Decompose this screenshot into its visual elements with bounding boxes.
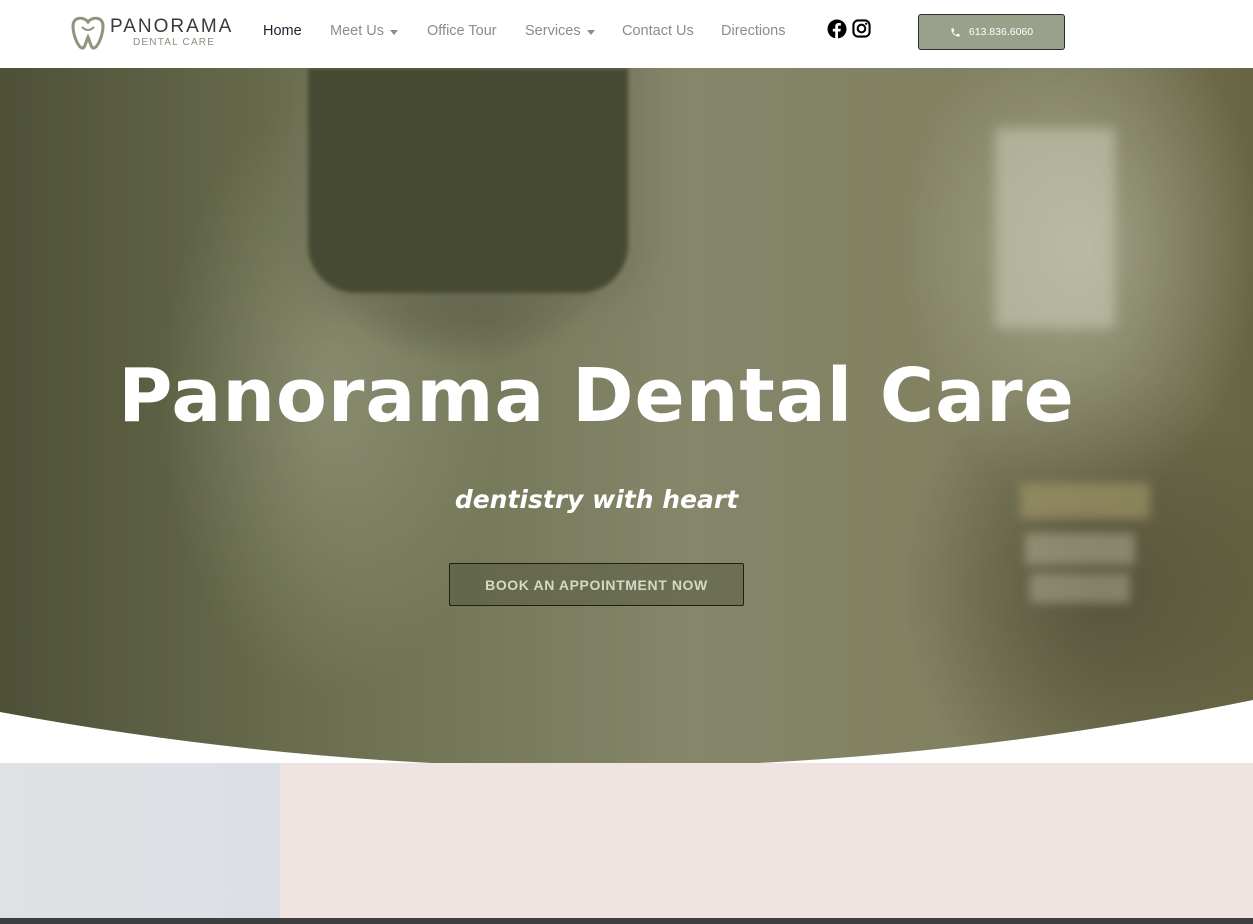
nav-home-label: Home — [263, 23, 302, 39]
bottom-bar — [0, 918, 1253, 924]
tooth-logo-icon — [71, 16, 105, 50]
nav-meet-us[interactable]: Meet Us — [330, 23, 398, 39]
phone-button[interactable]: 613.836.6060 — [918, 14, 1065, 50]
nav-directions-label: Directions — [721, 23, 786, 39]
instagram-icon[interactable] — [852, 19, 872, 39]
logo[interactable]: PANORAMA DENTAL CARE — [71, 14, 231, 52]
phone-number: 613.836.6060 — [968, 26, 1034, 38]
nav-meet-us-label: Meet Us — [330, 23, 384, 39]
nav-services[interactable]: Services — [525, 23, 595, 39]
section-left-panel — [0, 763, 280, 918]
nav-office-tour-label: Office Tour — [427, 23, 497, 39]
phone-icon — [951, 27, 960, 37]
nav-office-tour[interactable]: Office Tour — [427, 23, 497, 39]
facebook-icon[interactable] — [827, 19, 847, 39]
caret-down-icon — [586, 29, 595, 35]
nav-directions[interactable]: Directions — [721, 23, 785, 39]
caret-down-icon — [390, 29, 398, 35]
logo-brand-text: PANORAMA — [110, 16, 234, 37]
site-header: PANORAMA DENTAL CARE Home Meet Us Office… — [0, 0, 1253, 68]
section-right-panel — [280, 763, 1253, 918]
nav-services-label: Services — [525, 23, 581, 39]
nav-contact-us-label: Contact Us — [622, 23, 694, 39]
hero-curve-divider — [0, 700, 1253, 763]
hero-section: Panorama Dental Care dentistry with hear… — [0, 68, 1253, 763]
nav-contact-us[interactable]: Contact Us — [622, 23, 694, 39]
logo-sub-text: DENTAL CARE — [133, 37, 216, 48]
nav-home[interactable]: Home — [263, 23, 302, 39]
